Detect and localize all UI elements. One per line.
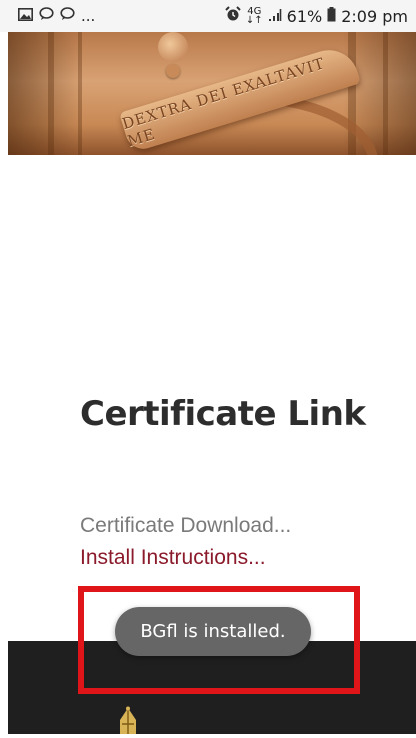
chat-icon	[39, 7, 54, 25]
clock-time: 2:09 pm	[341, 6, 408, 26]
highlight-box	[78, 586, 360, 694]
more-notifications: ...	[81, 7, 96, 25]
battery-icon	[327, 6, 336, 26]
wood-grain	[383, 32, 388, 155]
network-type: 4G ↓↑	[245, 6, 263, 26]
status-bar-left: ...	[18, 7, 95, 25]
wood-grain	[78, 32, 82, 155]
carved-knob	[158, 32, 188, 62]
page-title: Certificate Link	[80, 394, 366, 434]
status-bar-right: 4G ↓↑ 61% 2:09 pm	[225, 6, 408, 26]
certificate-download-link[interactable]: Certificate Download...	[80, 514, 291, 538]
carved-knob	[166, 64, 180, 78]
header-image: DEXTRA DEI EXALTAVIT ME	[8, 32, 416, 155]
mitre-logo-icon	[114, 706, 142, 734]
chat-icon	[60, 7, 75, 25]
status-bar: ... 4G ↓↑ 61% 2:09 pm	[0, 0, 416, 32]
battery-percent: 61%	[286, 6, 323, 26]
wood-grain	[48, 32, 54, 155]
alarm-icon	[225, 6, 241, 26]
install-instructions-link[interactable]: Install Instructions...	[80, 546, 266, 570]
image-icon	[18, 7, 33, 25]
signal-icon	[268, 7, 282, 26]
